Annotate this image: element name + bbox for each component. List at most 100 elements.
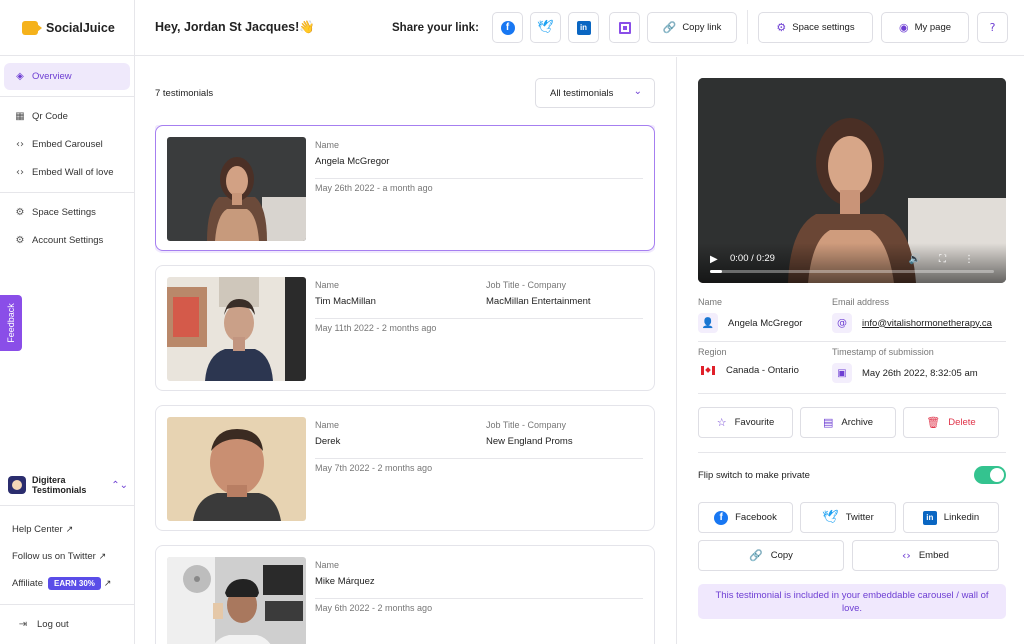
testimonial-count: 7 testimonials	[155, 88, 214, 99]
divider	[747, 10, 748, 44]
play-icon[interactable]: ▶	[710, 254, 718, 265]
my-page-button[interactable]: ◉ My page	[881, 12, 969, 43]
submission-date: May 6th 2022 - 2 months ago	[315, 598, 643, 613]
copy-link-button[interactable]: 🔗 Copy link	[647, 12, 737, 43]
follow-twitter-label: Follow us on Twitter	[12, 551, 96, 562]
space-switcher[interactable]: Digitera Testimonials ⌃⌄	[8, 472, 128, 498]
share-facebook-button[interactable]: f Facebook	[698, 502, 793, 533]
help-button[interactable]: ?	[977, 12, 1008, 43]
sidebar-item-label: Overview	[32, 71, 72, 82]
share-twitter-button[interactable]: 🕊 Twitter	[800, 502, 896, 533]
feedback-tab[interactable]: Feedback	[0, 295, 22, 351]
testimonial-filter-select[interactable]: All testimonials ⌄	[535, 78, 655, 108]
archive-button[interactable]: ▤ Archive	[800, 407, 896, 438]
logout-label: Log out	[37, 619, 69, 630]
name-text: Angela McGregor	[728, 317, 803, 329]
testimonial-card[interactable]: Name Angela McGregor May 26th 2022 - a m…	[155, 125, 655, 251]
submission-date: May 7th 2022 - 2 months ago	[315, 458, 643, 473]
space-avatar	[8, 476, 26, 494]
email-value[interactable]: @ info@vitalishormonetherapy.ca	[832, 313, 992, 333]
copy-label: Copy	[770, 550, 793, 561]
space-settings-button[interactable]: ⚙ Space settings	[758, 12, 873, 43]
embed-label: Embed	[918, 550, 949, 561]
video-player[interactable]: ▶ 0:00 / 0:29 🔊⛶⋮	[698, 78, 1006, 283]
region-label: Region	[698, 347, 727, 357]
share-qr-button[interactable]	[609, 12, 640, 43]
name-label: Name	[315, 280, 340, 290]
canada-flag-icon	[701, 366, 715, 375]
earn-badge: EARN 30%	[47, 577, 101, 590]
sidebar-item-embed-wall[interactable]: ‹› Embed Wall of love	[4, 159, 130, 186]
linkedin-icon: in	[922, 510, 937, 525]
share-twitter-button[interactable]: 🕊	[530, 12, 561, 43]
name-label: Name	[698, 297, 723, 307]
video-progress-bar[interactable]	[710, 270, 994, 273]
gear-icon: ⚙	[15, 207, 25, 218]
sidebar-item-account-settings[interactable]: ⚙ Account Settings	[4, 227, 130, 254]
private-toggle[interactable]	[974, 466, 1006, 484]
logout-button[interactable]: ⇥ Log out	[0, 604, 135, 644]
region-text: Canada - Ontario	[726, 365, 799, 376]
help-center-label: Help Center	[12, 524, 63, 535]
sidebar-item-embed-carousel[interactable]: ‹› Embed Carousel	[4, 131, 130, 158]
code-icon: ‹›	[902, 549, 911, 562]
list-header: 7 testimonials All testimonials ⌄	[155, 78, 655, 108]
video-thumbnail	[167, 137, 306, 241]
name-field: Name Derek	[315, 420, 340, 447]
chevron-up-down-icon: ⌃⌄	[111, 479, 128, 491]
help-center-link[interactable]: Help Center ↗	[0, 516, 135, 543]
testimonial-card[interactable]: Name Derek Job Title - Company New Engla…	[155, 405, 655, 531]
divider	[698, 452, 1006, 453]
share-label: Share your link:	[392, 21, 479, 34]
affiliate-link[interactable]: Affiliate EARN 30% ↗	[0, 570, 135, 597]
delete-button[interactable]: 🗑 Delete	[903, 407, 999, 438]
calendar-icon: ▣	[832, 363, 852, 383]
name-label: Name	[315, 140, 340, 150]
sidebar-item-space-settings[interactable]: ⚙ Space Settings	[4, 199, 130, 226]
sidebar-item-label: Space Settings	[32, 207, 96, 218]
feedback-label: Feedback	[6, 303, 16, 343]
external-link-icon: ↗	[65, 524, 74, 535]
qr-code-icon: ▦	[15, 111, 25, 122]
testimonial-list: Name Angela McGregor May 26th 2022 - a m…	[155, 125, 655, 644]
linkedin-label: Linkedin	[943, 512, 980, 523]
embed-button[interactable]: ‹› Embed	[852, 540, 999, 571]
link-icon: 🔗	[749, 549, 763, 562]
app-root: SocialJuice ◈ Overview ▦ Qr Code ‹› Embe…	[0, 0, 1024, 644]
sidebar-item-qr-code[interactable]: ▦ Qr Code	[4, 103, 130, 130]
favourite-button[interactable]: ☆ Favourite	[698, 407, 793, 438]
share-linkedin-button[interactable]: in Linkedin	[903, 502, 999, 533]
twitter-label: Twitter	[845, 512, 874, 523]
email-label: Email address	[832, 297, 890, 307]
name-field: Name Tim MacMillan	[315, 280, 376, 307]
chevron-down-icon: ⌄	[633, 86, 642, 97]
linkedin-icon: in	[576, 20, 591, 35]
name-value: Mike Márquez	[315, 576, 375, 587]
facebook-icon: f	[714, 510, 729, 525]
sidebar-item-label: Qr Code	[32, 111, 68, 122]
name-value: Derek	[315, 436, 341, 447]
share-facebook-button[interactable]: f	[492, 12, 523, 43]
volume-fullscreen-menu-icons[interactable]: 🔊⛶⋮	[909, 254, 992, 265]
gear-icon: ⚙	[776, 21, 787, 34]
video-thumbnail	[167, 277, 306, 381]
space-name: Digitera Testimonials	[32, 475, 87, 495]
external-link-icon: ↗	[98, 551, 107, 562]
link-icon: 🔗	[662, 21, 677, 34]
logo[interactable]: SocialJuice	[0, 0, 134, 56]
archive-icon: ▤	[822, 416, 834, 429]
email-link[interactable]: info@vitalishormonetherapy.ca	[862, 318, 992, 329]
video-controls: ▶ 0:00 / 0:29 🔊⛶⋮	[698, 243, 1006, 283]
follow-twitter-link[interactable]: Follow us on Twitter ↗	[0, 543, 135, 570]
sidebar-item-overview[interactable]: ◈ Overview	[4, 63, 130, 90]
video-time: 0:00 / 0:29	[730, 253, 775, 264]
testimonial-detail-panel: ▶ 0:00 / 0:29 🔊⛶⋮ Name 👤 Angela McGregor…	[676, 57, 1024, 644]
share-linkedin-button[interactable]: in	[568, 12, 599, 43]
copy-button[interactable]: 🔗 Copy	[698, 540, 844, 571]
job-field: Job Title - Company MacMillan Entertainm…	[486, 280, 591, 307]
app-name: SocialJuice	[46, 20, 115, 35]
testimonial-card[interactable]: Name Mike Márquez May 6th 2022 - 2 month…	[155, 545, 655, 644]
name-field: Name Angela McGregor	[315, 140, 389, 167]
testimonial-card[interactable]: Name Tim MacMillan Job Title - Company M…	[155, 265, 655, 391]
job-label: Job Title - Company	[486, 420, 567, 430]
